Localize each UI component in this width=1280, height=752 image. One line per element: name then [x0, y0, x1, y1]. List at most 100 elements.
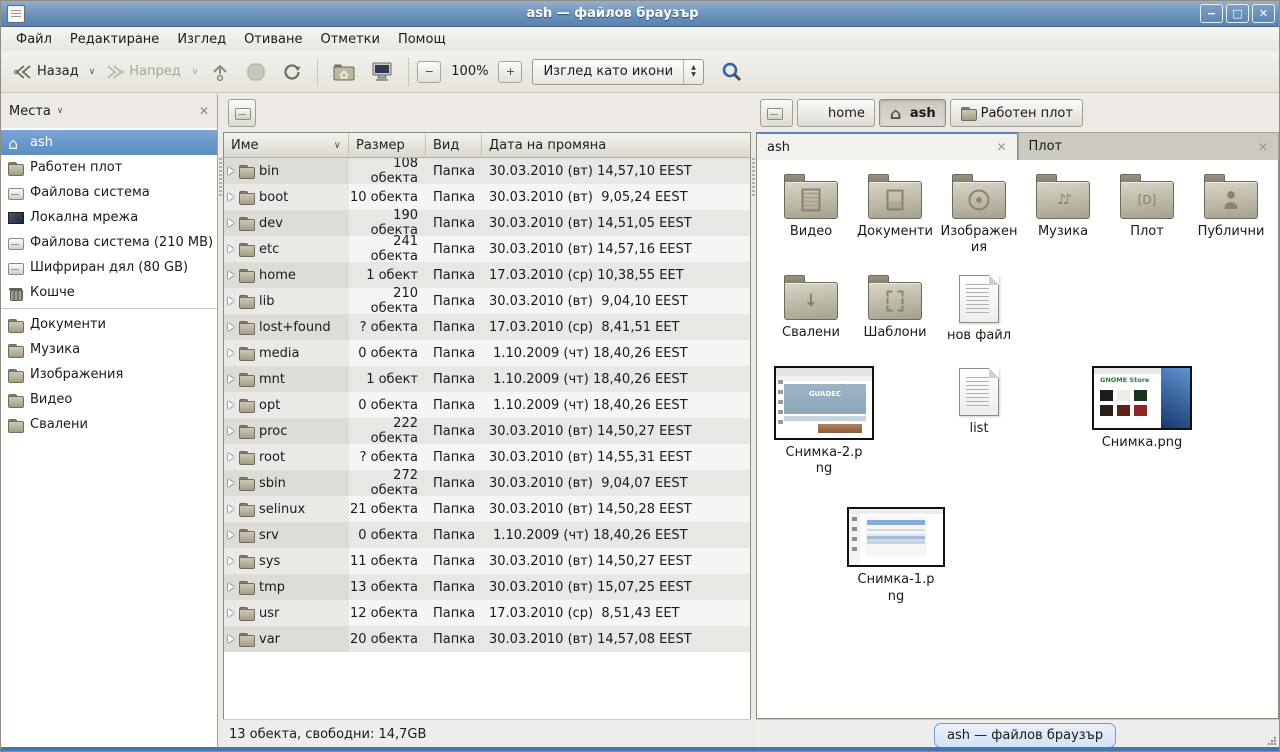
back-button[interactable]: Назад — [7, 58, 85, 86]
table-row[interactable]: sbin 272 обекта Папка 30.03.2010 (вт) 9,… — [224, 470, 750, 496]
expander-icon[interactable] — [228, 375, 234, 383]
column-header-type[interactable]: Вид — [426, 133, 482, 157]
table-row[interactable]: opt 0 обекта Папка 1.10.2009 (чт) 18,40,… — [224, 392, 750, 418]
home-button[interactable] — [326, 57, 362, 87]
forward-button[interactable]: Напред — [99, 58, 186, 86]
table-row[interactable]: sys 11 обекта Папка 30.03.2010 (вт) 14,5… — [224, 548, 750, 574]
file-icon-item[interactable]: Публични — [1189, 172, 1273, 240]
tab-close-icon[interactable]: ✕ — [1258, 140, 1268, 154]
table-row[interactable]: selinux 21 обекта Папка 30.03.2010 (вт) … — [224, 496, 750, 522]
expander-icon[interactable] — [228, 193, 234, 201]
maximize-button[interactable]: □ — [1226, 4, 1249, 23]
sidebar-item[interactable]: Видео — [1, 387, 217, 412]
sidebar-item[interactable]: Музика — [1, 337, 217, 362]
expander-icon[interactable] — [228, 505, 234, 513]
table-row[interactable]: root ? обекта Папка 30.03.2010 (вт) 14,5… — [224, 444, 750, 470]
column-header-name[interactable]: Име ∨ — [224, 133, 349, 157]
expander-icon[interactable] — [228, 219, 234, 227]
minimize-button[interactable]: − — [1200, 4, 1223, 23]
menu-item[interactable]: Помощ — [389, 29, 455, 50]
table-row[interactable]: mnt 1 обект Папка 1.10.2009 (чт) 18,40,2… — [224, 366, 750, 392]
zoom-out-button[interactable]: − — [417, 61, 441, 83]
column-header-size[interactable]: Размер — [349, 133, 426, 157]
table-row[interactable]: lost+found ? обекта Папка 17.03.2010 (ср… — [224, 314, 750, 340]
view-mode-spinner[interactable]: ▲ ▼ — [683, 60, 703, 84]
table-row[interactable]: proc 222 обекта Папка 30.03.2010 (вт) 14… — [224, 418, 750, 444]
expander-icon[interactable] — [228, 609, 234, 617]
table-row[interactable]: media 0 обекта Папка 1.10.2009 (чт) 18,4… — [224, 340, 750, 366]
pane-splitter[interactable] — [218, 94, 223, 748]
tab-close-icon[interactable]: ✕ — [996, 140, 1006, 154]
expander-icon[interactable] — [228, 297, 234, 305]
sidebar-item[interactable]: Шифриран дял (80 GB) — [1, 255, 217, 280]
reload-button[interactable] — [275, 56, 309, 88]
menu-item[interactable]: Файл — [7, 29, 61, 50]
expander-icon[interactable] — [228, 479, 234, 487]
sidebar-title[interactable]: Места — [9, 104, 51, 119]
file-icon-item[interactable]: Музика — [1021, 172, 1105, 240]
sidebar-item[interactable]: Файлова система (210 MB) — [1, 230, 217, 255]
table-row[interactable]: var 20 обекта Папка 30.03.2010 (вт) 14,5… — [224, 626, 750, 652]
file-icon-item[interactable]: Плот — [1105, 172, 1189, 240]
up-button[interactable] — [203, 56, 237, 88]
menu-item[interactable]: Редактиране — [61, 29, 168, 50]
file-icon-item[interactable]: Изображения — [937, 172, 1021, 257]
file-icon-item[interactable]: GUADEC Снимка-2.png — [769, 366, 879, 478]
tab[interactable]: ash ✕ — [756, 132, 1018, 160]
sidebar-item[interactable]: Файлова система — [1, 180, 217, 205]
sidebar-item[interactable]: Свалени — [1, 412, 217, 437]
search-button[interactable] — [714, 55, 750, 89]
file-icon-item[interactable]: Видео — [769, 172, 853, 240]
table-row[interactable]: boot 10 обекта Папка 30.03.2010 (вт) 9,0… — [224, 184, 750, 210]
table-row[interactable]: home 1 обект Папка 17.03.2010 (ср) 10,38… — [224, 262, 750, 288]
sidebar-item[interactable]: Документи — [1, 312, 217, 337]
file-icon-item[interactable]: GNOME Store Снимка.png — [1087, 366, 1197, 451]
menu-item[interactable]: Отиване — [235, 29, 311, 50]
expander-icon[interactable] — [228, 401, 234, 409]
menu-item[interactable]: Отметки — [311, 29, 388, 50]
sidebar-item[interactable]: Изображения — [1, 362, 217, 387]
expander-icon[interactable] — [228, 271, 234, 279]
breadcrumb-button[interactable] — [760, 99, 793, 127]
expander-icon[interactable] — [228, 349, 234, 357]
expander-icon[interactable] — [228, 453, 234, 461]
column-header-date[interactable]: Дата на промяна — [482, 133, 750, 157]
expander-icon[interactable] — [228, 531, 234, 539]
computer-button[interactable] — [364, 56, 400, 88]
expander-icon[interactable] — [228, 635, 234, 643]
file-icon-item[interactable]: list — [941, 366, 1017, 437]
file-icon-item[interactable]: Шаблони — [853, 273, 937, 341]
title-bar[interactable]: ash — файлов браузър − □ ✕ — [1, 1, 1279, 27]
table-row[interactable]: dev 190 обекта Папка 30.03.2010 (вт) 14,… — [224, 210, 750, 236]
table-row[interactable]: lib 210 обекта Папка 30.03.2010 (вт) 9,0… — [224, 288, 750, 314]
expander-icon[interactable] — [228, 323, 234, 331]
back-history-dropdown[interactable]: ∨ — [87, 67, 98, 77]
close-button[interactable]: ✕ — [1252, 4, 1275, 23]
file-icon-item[interactable]: Снимка-1.png — [841, 507, 951, 605]
forward-history-dropdown[interactable]: ∨ — [189, 66, 202, 78]
sidebar-item[interactable]: Локална мрежа — [1, 205, 217, 230]
table-row[interactable]: bin 108 обекта Папка 30.03.2010 (вт) 14,… — [224, 158, 750, 184]
expander-icon[interactable] — [228, 167, 234, 175]
zoom-in-button[interactable]: + — [498, 61, 522, 83]
breadcrumb-button[interactable]: home — [797, 99, 875, 127]
menu-item[interactable]: Изглед — [168, 29, 235, 50]
breadcrumb-button[interactable]: Работен плот — [950, 99, 1083, 127]
tab[interactable]: Плот ✕ — [1018, 132, 1280, 160]
expander-icon[interactable] — [228, 583, 234, 591]
pane-splitter-2[interactable] — [751, 94, 756, 748]
sidebar-selector-caret[interactable]: ∨ — [55, 106, 66, 116]
table-row[interactable]: usr 12 обекта Папка 17.03.2010 (ср) 8,51… — [224, 600, 750, 626]
expander-icon[interactable] — [228, 427, 234, 435]
file-icon-item[interactable]: Свалени — [769, 273, 853, 341]
sidebar-item[interactable]: Работен плот — [1, 155, 217, 180]
stop-button[interactable] — [239, 56, 273, 88]
file-icon-item[interactable]: нов файл — [937, 273, 1021, 344]
breadcrumb-button[interactable]: ash — [879, 99, 946, 127]
sidebar-close-icon[interactable]: ✕ — [199, 104, 209, 118]
table-row[interactable]: srv 0 обекта Папка 1.10.2009 (чт) 18,40,… — [224, 522, 750, 548]
sidebar-item[interactable]: ash — [1, 130, 217, 155]
resize-grip[interactable] — [1267, 736, 1276, 745]
table-row[interactable]: tmp 13 обекта Папка 30.03.2010 (вт) 15,0… — [224, 574, 750, 600]
root-location-button[interactable] — [228, 99, 256, 127]
